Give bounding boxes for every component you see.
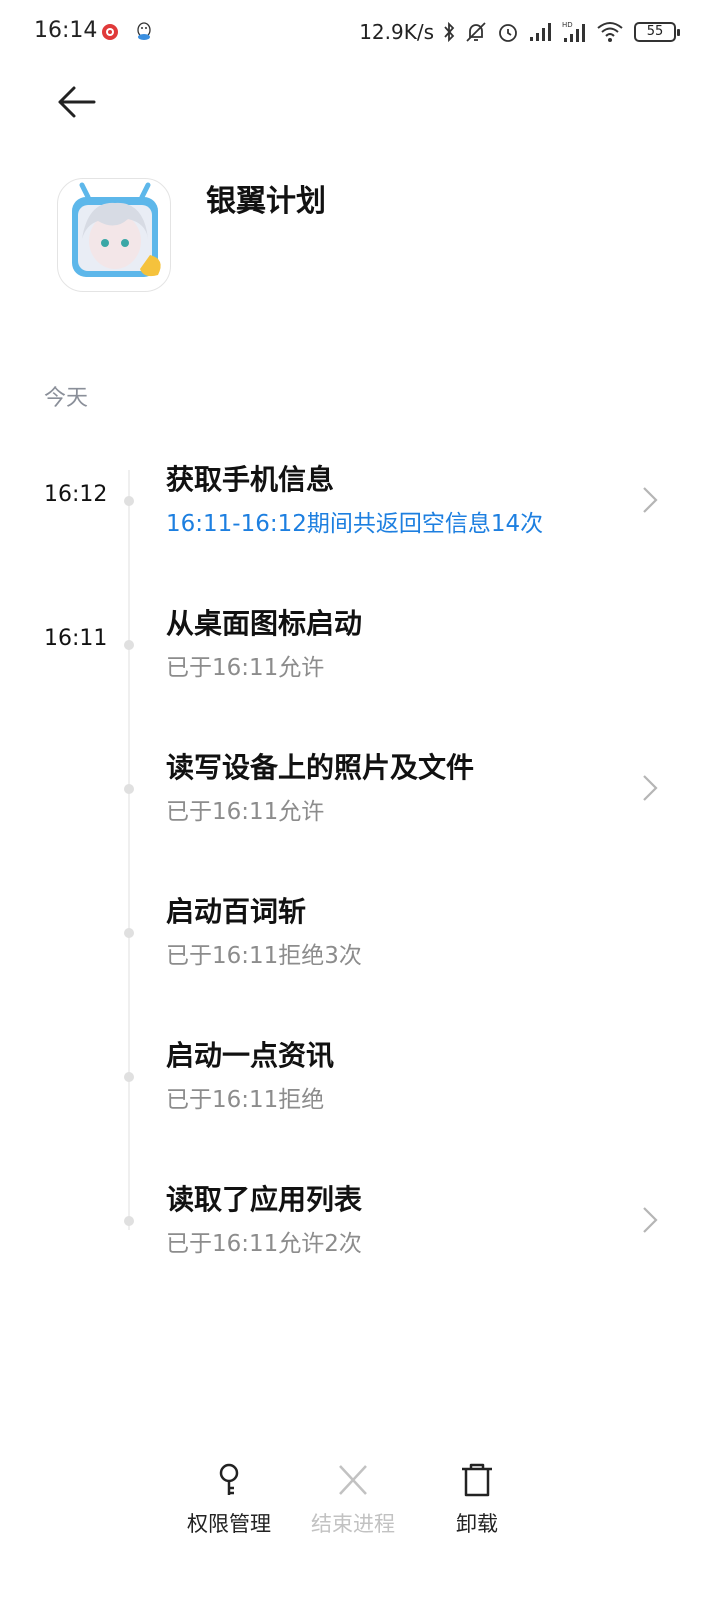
key-icon (219, 1463, 239, 1495)
timeline-entry[interactable]: 16:12 获取手机信息 16:11-16:12期间共返回空信息14次 (0, 456, 720, 546)
entry-subtitle: 已于16:11拒绝3次 (166, 943, 362, 969)
timeline-dot (124, 928, 134, 938)
timeline-entry: 启动一点资讯 已于16:11拒绝 (0, 1032, 720, 1122)
trash-icon (462, 1463, 492, 1497)
status-icons: 12.9K/s HD 55 (359, 18, 680, 46)
hd-signal-icon: HD (562, 21, 585, 42)
wifi-icon (597, 22, 623, 42)
qq-notification-icon (137, 22, 151, 40)
entry-time: 16:11 (44, 626, 108, 651)
status-bar: 16:14 12.9K/s HD 55 (0, 0, 720, 64)
entry-title: 读写设备上的照片及文件 (166, 751, 475, 784)
svg-text:HD: HD (562, 21, 573, 29)
timeline-entry[interactable]: 读取了应用列表 已于16:11允许2次 (0, 1176, 720, 1266)
entry-subtitle: 已于16:11拒绝 (166, 1087, 325, 1113)
entry-title: 启动百词斩 (166, 895, 307, 928)
timeline-entry[interactable]: 读写设备上的照片及文件 已于16:11允许 (0, 744, 720, 834)
entry-title: 启动一点资讯 (166, 1039, 335, 1072)
timeline-dot (124, 1216, 134, 1226)
entry-subtitle: 已于16:11允许2次 (166, 1231, 362, 1257)
mute-icon (466, 22, 486, 42)
entry-title: 获取手机信息 (166, 463, 335, 496)
end-process-label: 结束进程 (311, 1512, 395, 1536)
bottom-action-bar: 权限管理 结束进程 卸载 (0, 1450, 720, 1560)
section-label-today: 今天 (44, 386, 89, 411)
timeline-entry: 16:11 从桌面图标启动 已于16:11允许 (0, 600, 720, 690)
arrow-left-icon[interactable] (54, 82, 98, 122)
timeline-dot (124, 1072, 134, 1082)
chevron-right-icon (643, 1207, 658, 1233)
entry-title: 读取了应用列表 (166, 1183, 363, 1216)
close-icon (339, 1465, 367, 1495)
alarm-icon (499, 24, 517, 42)
entry-title: 从桌面图标启动 (166, 607, 363, 640)
app-name: 银翼计划 (206, 184, 326, 219)
end-process-button[interactable]: 结束进程 (293, 1450, 413, 1538)
entry-subtitle: 已于16:11允许 (166, 655, 325, 681)
entry-subtitle: 已于16:11允许 (166, 799, 325, 825)
app-icon (57, 178, 171, 292)
permissions-button[interactable]: 权限管理 (169, 1450, 289, 1538)
entry-subtitle: 16:11-16:12期间共返回空信息14次 (166, 511, 544, 537)
uninstall-label: 卸载 (456, 1512, 498, 1536)
timeline-dot (124, 496, 134, 506)
timeline-entry: 启动百词斩 已于16:11拒绝3次 (0, 888, 720, 978)
signal-icon (530, 23, 551, 41)
battery-icon: 55 (634, 22, 680, 42)
entry-time: 16:12 (44, 482, 108, 507)
permissions-label: 权限管理 (187, 1512, 271, 1536)
uninstall-button[interactable]: 卸载 (417, 1450, 537, 1538)
bluetooth-icon (444, 21, 455, 43)
chevron-right-icon (643, 775, 658, 801)
network-speed: 12.9K/s (359, 20, 434, 44)
chevron-right-icon (643, 487, 658, 513)
weibo-notification-icon (102, 24, 118, 40)
timeline-dot (124, 784, 134, 794)
timeline-dot (124, 640, 134, 650)
status-time: 16:14 (34, 18, 98, 43)
